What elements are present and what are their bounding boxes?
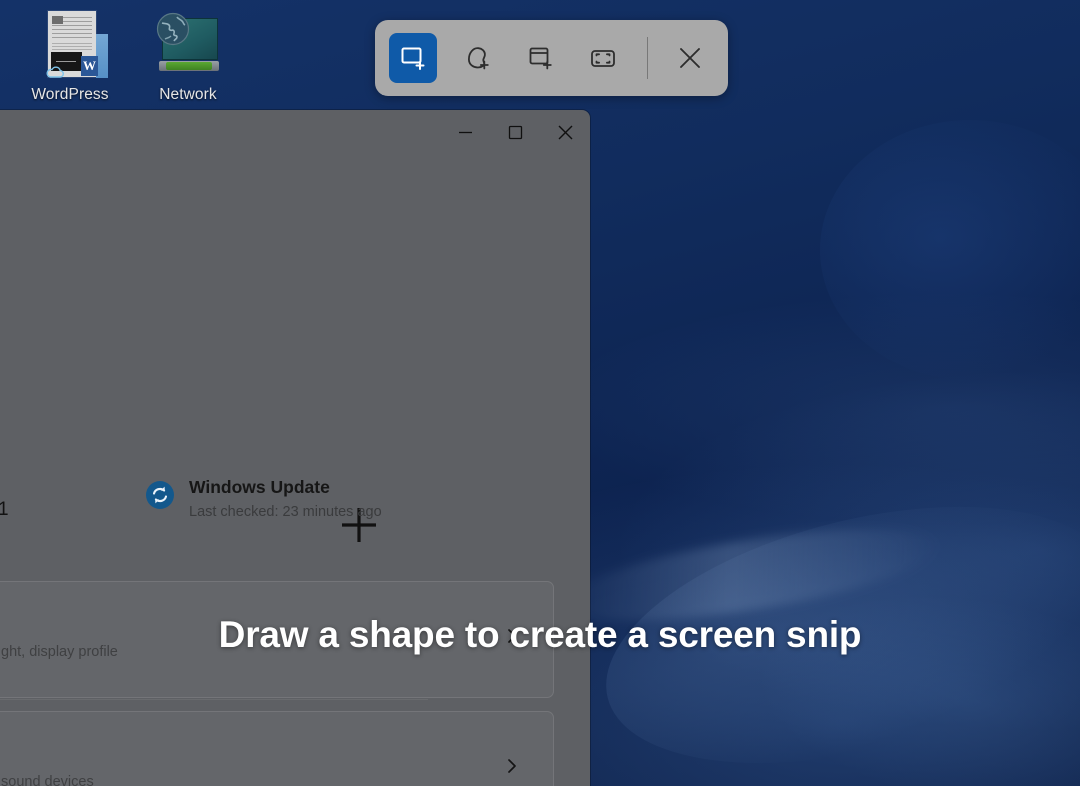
maximize-icon <box>508 125 522 139</box>
network-icon <box>156 8 220 84</box>
wallpaper-glow-top <box>820 120 1080 380</box>
maximize-button[interactable] <box>490 110 540 154</box>
close-icon <box>558 125 572 139</box>
fullscreen-icon <box>591 50 616 67</box>
rectangle-plus-icon <box>401 47 425 70</box>
word-document-icon: W <box>38 8 108 84</box>
snip-close-button[interactable] <box>666 33 714 83</box>
window-plus-icon <box>529 47 552 70</box>
window-controls <box>440 110 590 154</box>
card-divider <box>0 699 428 700</box>
toolbar-separator <box>646 37 648 79</box>
sync-icon <box>146 481 174 509</box>
desktop-icon-label: WordPress <box>31 86 109 103</box>
status-title: Windows Update <box>189 477 330 497</box>
settings-card-sound[interactable]: sound devices <box>0 711 554 786</box>
status-item-onedrive[interactable]: eDrive ted up <box>0 476 150 523</box>
desktop-icon-wordpress[interactable]: W WordPress <box>22 8 118 104</box>
freeform-snip-button[interactable] <box>452 33 500 83</box>
close-icon <box>679 48 700 68</box>
wallpaper-bloom-b <box>748 571 1080 786</box>
settings-window[interactable]: 2-in-1 eDrive ted up <box>0 110 590 786</box>
desktop-icon-label: Network <box>159 86 217 103</box>
onedrive-cloud-badge-icon <box>46 66 64 78</box>
window-snip-button[interactable] <box>516 33 564 83</box>
chevron-right-icon <box>508 759 516 773</box>
status-item-windows-update[interactable]: Windows Update Last checked: 23 minutes … <box>145 476 382 523</box>
close-button[interactable] <box>540 110 590 154</box>
fullscreen-snip-button[interactable] <box>579 33 627 83</box>
card-subtitle: sound devices <box>1 774 94 786</box>
freeform-plus-icon <box>467 47 489 70</box>
snip-toolbar[interactable] <box>375 20 728 96</box>
snip-prompt-text: Draw a shape to create a screen snip <box>218 614 862 655</box>
globe-icon <box>156 12 190 46</box>
minimize-button[interactable] <box>440 110 490 154</box>
status-subtitle: Last checked: 23 minutes ago <box>189 504 382 520</box>
desktop-icon-network[interactable]: Network <box>140 8 236 104</box>
screen-root: W WordPress Network 1 Windows Update Las… <box>0 0 1080 786</box>
settings-content: 2-in-1 eDrive ted up <box>0 156 590 786</box>
minimize-icon <box>458 131 472 133</box>
word-badge: W <box>81 56 98 76</box>
settings-titlebar[interactable] <box>0 110 590 156</box>
rectangular-snip-button[interactable] <box>389 33 438 83</box>
status-row: eDrive ted up Windows Update Last che <box>0 476 590 523</box>
